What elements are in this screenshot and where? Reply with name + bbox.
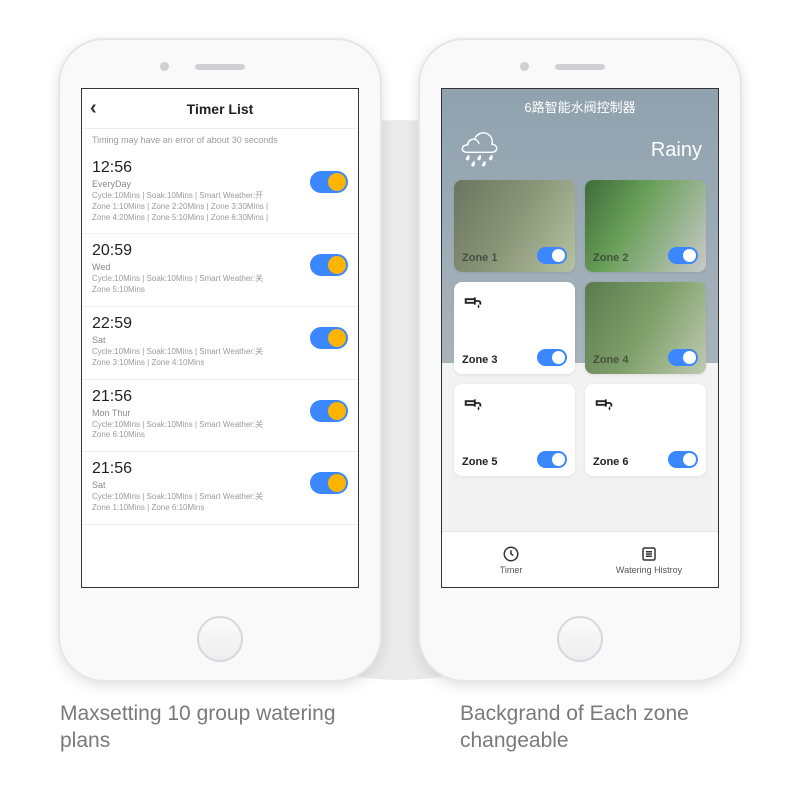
zone-label: Zone 1 xyxy=(462,252,497,264)
faucet-icon xyxy=(593,392,615,414)
zone-card[interactable]: Zone 1 xyxy=(454,180,575,272)
clock-icon xyxy=(502,545,520,563)
timer-item[interactable]: 21:56Mon ThurCycle:10Mins | Soak:10Mins … xyxy=(82,380,358,453)
timer-time: 22:59 xyxy=(92,315,348,333)
timer-time: 12:56 xyxy=(92,159,348,177)
phone-speaker xyxy=(195,64,245,70)
tab-timer[interactable]: Timer xyxy=(442,532,580,587)
timer-item[interactable]: 20:59WedCycle:10Mins | Soak:10Mins | Sma… xyxy=(82,234,358,307)
chevron-left-icon: ‹ xyxy=(90,97,97,120)
zone-label: Zone 2 xyxy=(593,252,628,264)
screen-timer-list: ‹ Timer List Timing may have an error of… xyxy=(81,88,359,588)
zone-toggle[interactable] xyxy=(537,349,567,366)
timer-toggle[interactable] xyxy=(310,254,348,276)
caption-left: Maxsetting 10 group watering plans xyxy=(60,700,340,755)
zone-card[interactable]: Zone 5 xyxy=(454,384,575,476)
rain-cloud-icon: 🌧 xyxy=(458,130,501,170)
zone-label: Zone 6 xyxy=(593,456,628,468)
home-button[interactable] xyxy=(557,616,603,662)
header-bar: ‹ Timer List xyxy=(82,89,358,129)
zone-label: Zone 3 xyxy=(462,354,497,366)
zone-label: Zone 4 xyxy=(593,354,628,366)
phone-camera xyxy=(160,62,169,71)
home-button[interactable] xyxy=(197,616,243,662)
timer-toggle[interactable] xyxy=(310,400,348,422)
zone-card[interactable]: Zone 4 xyxy=(585,282,706,374)
zone-toggle[interactable] xyxy=(537,247,567,264)
tab-label: Timer xyxy=(500,565,523,575)
weather-label: Rainy xyxy=(651,139,702,162)
timer-toggle[interactable] xyxy=(310,327,348,349)
timer-time: 20:59 xyxy=(92,242,348,260)
timer-toggle[interactable] xyxy=(310,171,348,193)
list-icon xyxy=(640,545,658,563)
page-title: 6路智能水阀控制器 xyxy=(442,89,718,120)
page-title: Timer List xyxy=(187,101,254,117)
timer-item[interactable]: 21:56SatCycle:10Mins | Soak:10Mins | Sma… xyxy=(82,452,358,525)
zone-card[interactable]: Zone 2 xyxy=(585,180,706,272)
phone-camera xyxy=(520,62,529,71)
zone-card[interactable]: Zone 6 xyxy=(585,384,706,476)
zone-toggle[interactable] xyxy=(537,451,567,468)
timer-detail: Cycle:10Mins | Soak:10Mins | Smart Weath… xyxy=(92,420,292,442)
weather-panel: 🌧 Rainy xyxy=(442,120,718,180)
zone-toggle[interactable] xyxy=(668,451,698,468)
zone-card[interactable]: Zone 3 xyxy=(454,282,575,374)
bottom-tabs: Timer Watering Histroy xyxy=(442,531,718,587)
faucet-icon xyxy=(462,290,484,312)
zone-toggle[interactable] xyxy=(668,247,698,264)
timer-time: 21:56 xyxy=(92,460,348,478)
faucet-icon xyxy=(462,392,484,414)
caption-right: Backgrand of Each zone changeable xyxy=(460,700,740,755)
phone-speaker xyxy=(555,64,605,70)
timer-detail: Cycle:10Mins | Soak:10Mins | Smart Weath… xyxy=(92,492,292,514)
timer-time: 21:56 xyxy=(92,388,348,406)
timer-detail: Cycle:10Mins | Soak:10Mins | Smart Weath… xyxy=(92,191,292,223)
timer-item[interactable]: 22:59SatCycle:10Mins | Soak:10Mins | Sma… xyxy=(82,307,358,380)
timer-toggle[interactable] xyxy=(310,472,348,494)
zone-toggle[interactable] xyxy=(668,349,698,366)
timer-item[interactable]: 12:56EveryDayCycle:10Mins | Soak:10Mins … xyxy=(82,151,358,234)
timer-detail: Cycle:10Mins | Soak:10Mins | Smart Weath… xyxy=(92,347,292,369)
tab-label: Watering Histroy xyxy=(616,565,682,575)
back-button[interactable]: ‹ xyxy=(90,89,97,128)
timer-detail: Cycle:10Mins | Soak:10Mins | Smart Weath… xyxy=(92,274,292,296)
phone-right: 6路智能水阀控制器 🌧 Rainy Zone 1 Zone 2 Zone 3 Zone… xyxy=(420,40,740,680)
screen-zones: 6路智能水阀控制器 🌧 Rainy Zone 1 Zone 2 Zone 3 Zone… xyxy=(441,88,719,588)
tab-history[interactable]: Watering Histroy xyxy=(580,532,718,587)
phone-left: ‹ Timer List Timing may have an error of… xyxy=(60,40,380,680)
info-note: Timing may have an error of about 30 sec… xyxy=(82,129,358,151)
zone-label: Zone 5 xyxy=(462,456,497,468)
